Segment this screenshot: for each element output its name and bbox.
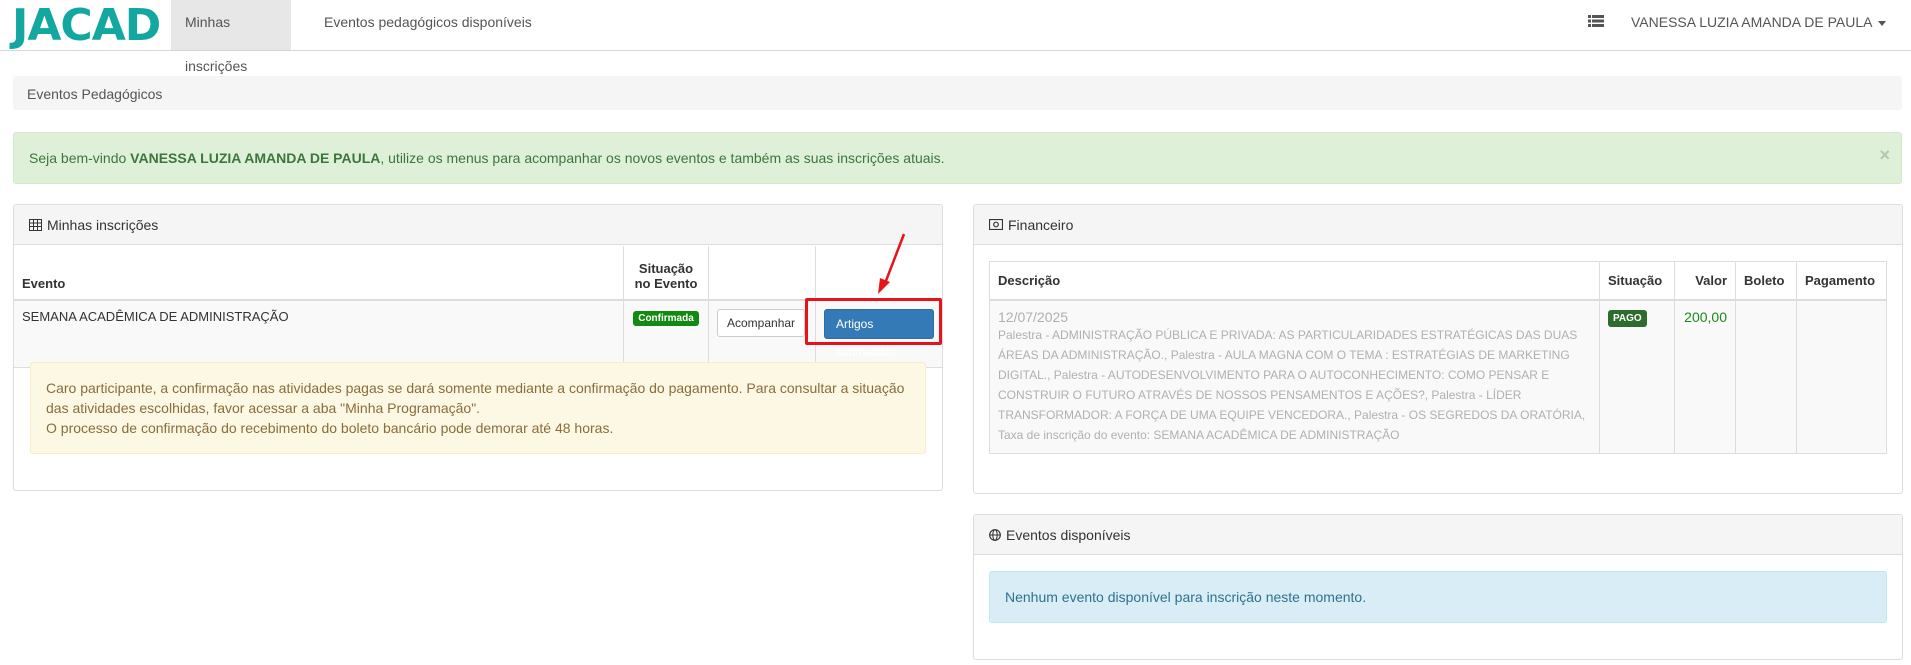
table-icon — [29, 218, 42, 231]
acompanhar-button[interactable]: Acompanhar — [717, 309, 806, 337]
no-events-message: Nenhum evento disponível para inscrição … — [989, 571, 1887, 623]
financeiro-panel: Financeiro Descrição Situação Valor Bole… — [973, 204, 1903, 494]
status-badge: Confirmada — [633, 311, 699, 326]
jacad-logo[interactable]: JACAD — [12, 0, 161, 51]
disponiveis-panel: Eventos disponíveis Nenhum evento dispon… — [973, 514, 1903, 660]
tab-eventos-disponiveis[interactable]: Eventos pedagógicos disponíveis — [310, 0, 546, 50]
acompanhar-cell: Acompanhar — [708, 300, 816, 368]
arrow-annotation-icon — [878, 233, 906, 294]
financeiro-table: Descrição Situação Valor Boleto Pagament… — [989, 261, 1887, 454]
col-acompanhar — [708, 246, 816, 301]
globe-icon — [989, 528, 1001, 541]
breadcrumb: Eventos Pedagógicos — [13, 76, 1902, 110]
fin-situacao-cell: PAGO — [1599, 299, 1675, 454]
fin-pagamento-cell — [1796, 299, 1887, 454]
caret-down-icon — [1878, 20, 1887, 26]
fin-description: Palestra - ADMINISTRAÇÃO PÚBLICA E PRIVA… — [998, 328, 1586, 442]
col-pagamento: Pagamento — [1796, 261, 1887, 301]
close-icon[interactable]: × — [1879, 133, 1890, 177]
money-icon — [989, 219, 1003, 230]
fin-valor: 200,00 — [1674, 299, 1736, 454]
financeiro-heading: Financeiro — [974, 205, 1902, 245]
tab-minhas-inscricoes[interactable]: Minhas inscrições — [171, 0, 291, 74]
inscricoes-title: Minhas inscrições — [47, 216, 159, 233]
col-situacao-line1: Situação — [638, 261, 694, 276]
pago-badge: PAGO — [1608, 310, 1647, 327]
payment-notice-line1: Caro participante, a confirmação nas ati… — [46, 380, 905, 416]
situacao-cell: Confirmada — [623, 300, 709, 368]
descricao-cell: 12/07/2025 Palestra - ADMINISTRAÇÃO PÚBL… — [989, 299, 1600, 454]
col-fin-situacao: Situação — [1599, 261, 1675, 301]
payment-notice-line2: O processo de confirmação do recebimento… — [46, 420, 614, 436]
inscricoes-heading: Minhas inscrições — [14, 205, 942, 245]
col-situacao: Situação no Evento — [623, 246, 709, 301]
top-navbar: JACAD Minhas inscrições Eventos pedagógi… — [0, 0, 1911, 74]
col-evento: Evento — [14, 246, 624, 301]
inscricoes-panel: Minhas inscrições Evento Situação no Eve… — [13, 204, 943, 491]
financeiro-title: Financeiro — [1008, 216, 1074, 233]
list-icon[interactable] — [1588, 14, 1604, 28]
user-name: VANESSA LUZIA AMANDA DE PAULA — [1631, 14, 1873, 30]
table-row: SEMANA ACADÊMICA DE ADMINISTRAÇÃO Confir… — [14, 300, 942, 368]
welcome-suffix: , utilize os menus para acompanhar os no… — [380, 150, 945, 166]
payment-notice: Caro participante, a confirmação nas ati… — [30, 362, 926, 454]
fin-boleto-cell — [1735, 299, 1797, 454]
col-valor: Valor — [1674, 261, 1736, 301]
evento-name: SEMANA ACADÊMICA DE ADMINISTRAÇÃO — [14, 300, 624, 368]
disponiveis-title: Eventos disponíveis — [1006, 526, 1131, 543]
welcome-alert: Seja bem-vindo VANESSA LUZIA AMANDA DE P… — [13, 132, 1902, 184]
user-menu[interactable]: VANESSA LUZIA AMANDA DE PAULA — [1631, 0, 1887, 44]
welcome-prefix: Seja bem-vindo — [29, 150, 131, 166]
inscricoes-table: Evento Situação no Evento SEMANA ACADÊMI… — [14, 246, 942, 368]
highlight-box — [805, 298, 942, 345]
fin-date: 12/07/2025 — [998, 309, 1069, 325]
disponiveis-heading: Eventos disponíveis — [974, 515, 1902, 555]
col-boleto: Boleto — [1735, 261, 1797, 301]
col-descricao: Descrição — [989, 261, 1600, 301]
welcome-user-name: VANESSA LUZIA AMANDA DE PAULA — [130, 150, 381, 166]
col-situacao-line2: no Evento — [634, 276, 698, 291]
table-row: 12/07/2025 Palestra - ADMINISTRAÇÃO PÚBL… — [989, 299, 1887, 454]
